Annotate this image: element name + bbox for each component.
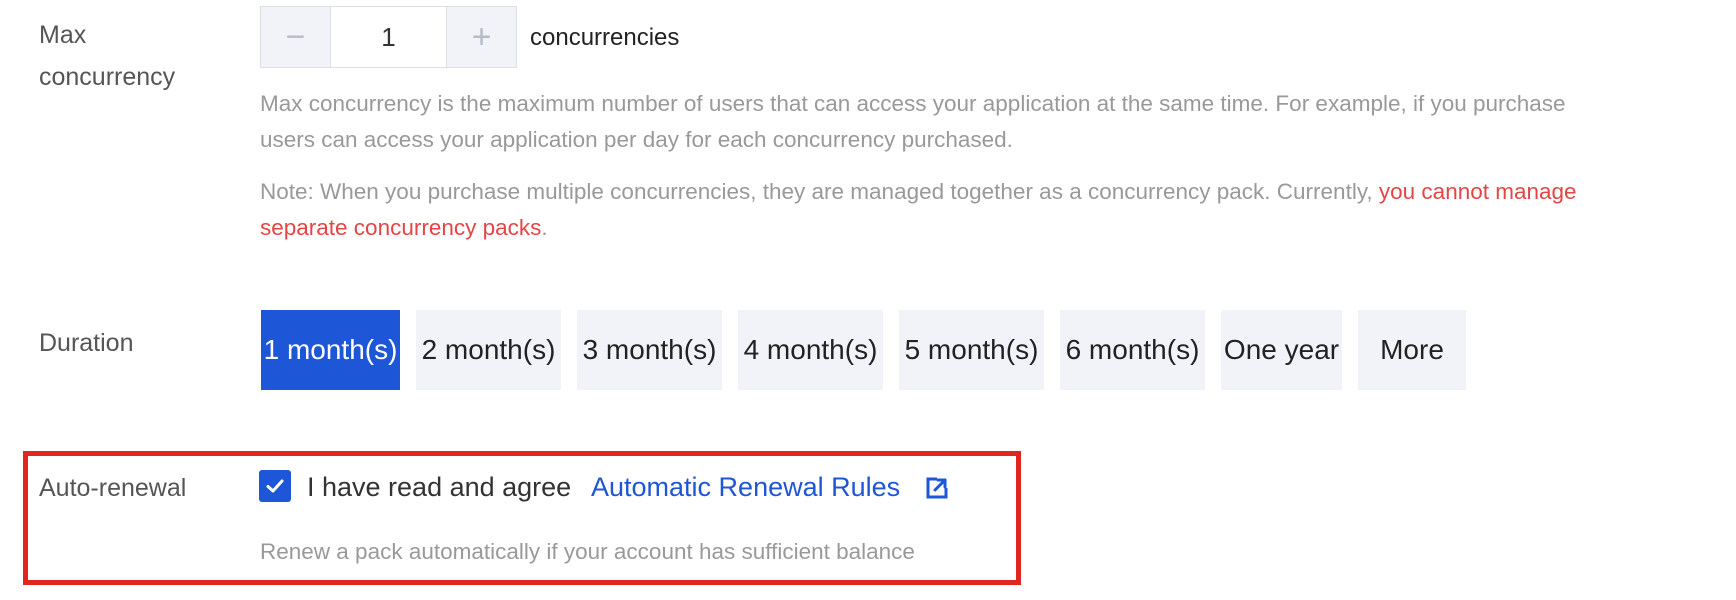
auto-renewal-note: Renew a pack automatically if your accou… (260, 539, 915, 564)
concurrency-note-line1: Note: When you purchase multiple concurr… (260, 174, 1577, 210)
concurrency-note-warning-2: separate concurrency packs (260, 215, 542, 240)
auto-renewal-label: Auto-renewal (39, 474, 187, 502)
plus-icon: + (471, 17, 492, 56)
concurrency-note-warning-1: you cannot manage (1378, 179, 1577, 204)
concurrency-unit: concurrencies (530, 24, 680, 51)
duration-option-1-month[interactable]: 1 month(s) (261, 310, 400, 390)
duration-option-2-month[interactable]: 2 month(s) (416, 310, 561, 390)
automatic-renewal-rules-link[interactable]: Automatic Renewal Rules (591, 467, 900, 507)
concurrency-stepper[interactable]: − 1 + (260, 6, 517, 68)
duration-options: 1 month(s) 2 month(s) 3 month(s) 4 month… (261, 310, 1466, 390)
duration-label: Duration (39, 329, 134, 357)
concurrency-description-line1: Max concurrency is the maximum number of… (260, 91, 1566, 116)
minus-icon: − (285, 17, 306, 56)
duration-option-6-month[interactable]: 6 month(s) (1060, 310, 1205, 390)
max-concurrency-label-line1: Max (39, 21, 87, 49)
concurrency-note-suffix: . (541, 215, 548, 240)
increment-button[interactable]: + (447, 7, 516, 67)
duration-option-5-month[interactable]: 5 month(s) (899, 310, 1044, 390)
concurrency-note-prefix: Note: When you purchase multiple concurr… (260, 179, 1379, 204)
decrement-button[interactable]: − (261, 7, 330, 67)
duration-option-4-month[interactable]: 4 month(s) (738, 310, 883, 390)
auto-renewal-checkbox[interactable] (259, 470, 291, 502)
concurrency-description-line2: users can access your application per da… (260, 127, 1013, 152)
max-concurrency-label-line2: concurrency (39, 63, 176, 91)
duration-option-more[interactable]: More (1358, 310, 1466, 390)
max-concurrency-label: Max concurrency (39, 14, 175, 98)
auto-renewal-agree-text: I have read and agree (307, 472, 572, 502)
concurrency-value-input[interactable]: 1 (330, 7, 447, 67)
external-link-icon[interactable] (926, 477, 948, 499)
duration-option-3-month[interactable]: 3 month(s) (577, 310, 722, 390)
concurrency-note-line2: separate concurrency packs. (260, 210, 548, 246)
duration-option-one-year[interactable]: One year (1221, 310, 1342, 390)
check-icon (266, 479, 284, 493)
